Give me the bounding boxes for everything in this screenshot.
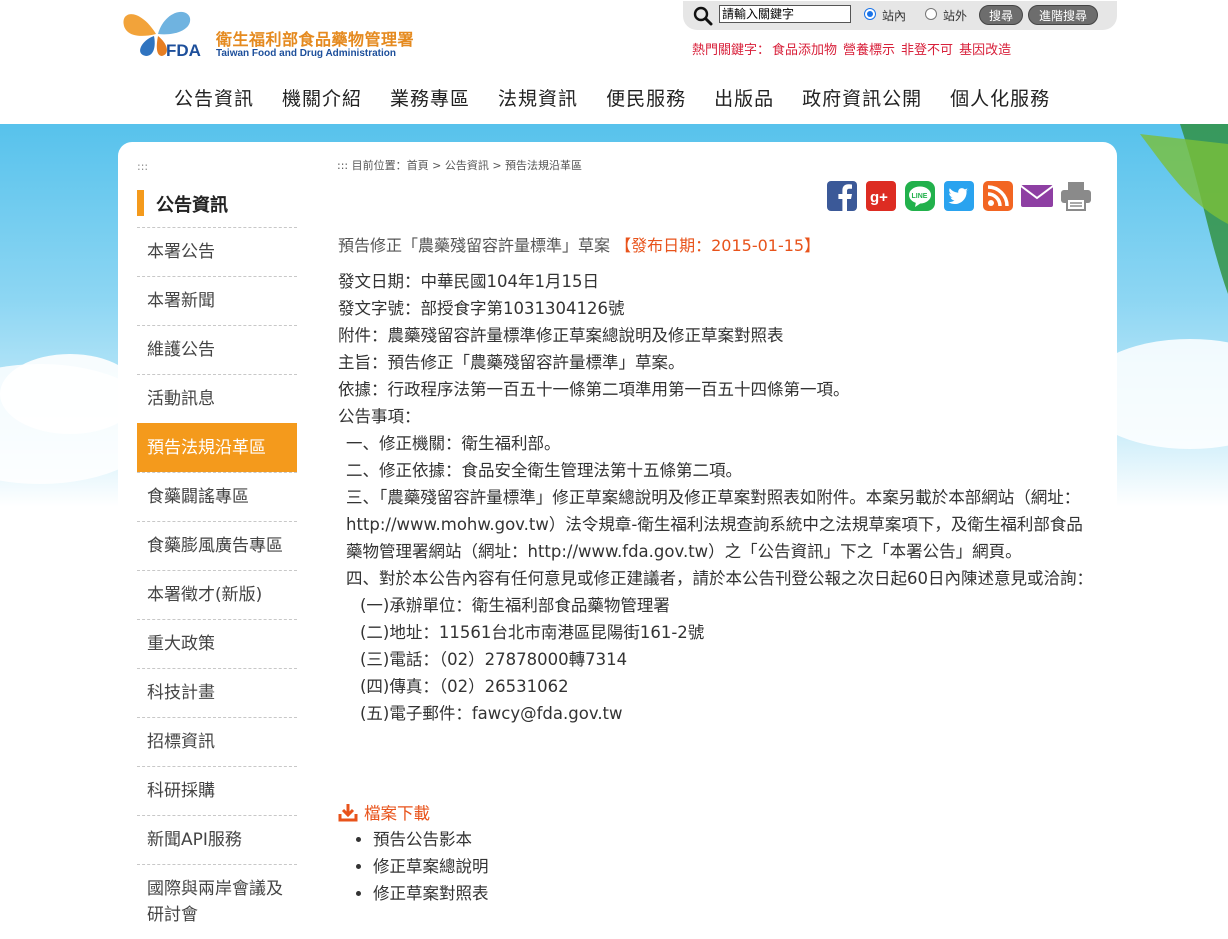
nav-item-services[interactable]: 便民服務	[606, 84, 686, 114]
line-icon[interactable]: LINE	[904, 180, 936, 212]
sidebar-item-tech-projects[interactable]: 科技計畫	[137, 668, 297, 717]
sidebar-item-major-policies[interactable]: 重大政策	[137, 619, 297, 668]
contact-item: (二)地址：11561台北市南港區昆陽街161-2號	[360, 623, 705, 642]
notice-item: 三、「農藥殘留容許量標準」修正草案總說明及修正草案對照表如附件。本案另載於本部網…	[346, 488, 1083, 561]
hot-keyword-link[interactable]: 營養標示	[843, 43, 895, 58]
hot-keywords-label: 熱門關鍵字：	[692, 43, 771, 58]
logo-english-name: Taiwan Food and Drug Administration	[216, 48, 396, 59]
sidebar-item-maintenance[interactable]: 維護公告	[137, 325, 297, 374]
download-label: 檔案下載	[364, 804, 430, 823]
sidebar-item-research-procurement[interactable]: 科研採購	[137, 766, 297, 815]
notice-item: 一、修正機關：衛生福利部。	[346, 434, 561, 453]
article-document-number: 發文字號：部授食字第1031304126號	[338, 299, 625, 318]
nav-item-personal[interactable]: 個人化服務	[950, 84, 1050, 114]
contact-item: (五)電子郵件：fawcy@fda.gov.tw	[360, 704, 623, 723]
facebook-icon[interactable]	[826, 180, 858, 212]
scope-inside-label: 站內	[882, 9, 907, 23]
sidebar-title-accent	[137, 190, 144, 216]
svg-text:LINE: LINE	[912, 193, 928, 200]
article-attachment: 附件：農藥殘留容許量標準修正草案總說明及修正草案對照表	[338, 326, 784, 345]
sidebar-item-agency-news[interactable]: 本署新聞	[137, 276, 297, 325]
sidebar-title: 公告資訊	[156, 195, 228, 216]
notice-item: 四、對於本公告內容有任何意見或修正建議者，請於本公告刊登公報之次日起60日內陳述…	[346, 569, 1093, 588]
contact-item: (三)電話：（02）27878000轉7314	[360, 650, 628, 669]
sidebar-item-news-api[interactable]: 新聞API服務	[137, 815, 297, 864]
search-bar: 請輸入關鍵字 站內 站外 搜尋 進階搜尋	[683, 1, 1117, 30]
hot-keywords: 熱門關鍵字： 食品添加物 營養標示 非登不可 基因改造	[692, 39, 1017, 58]
download-list: 預告公告影本 修正草案總說明 修正草案對照表	[355, 826, 489, 907]
download-item[interactable]: 修正草案對照表	[373, 880, 489, 907]
article-body: 發文日期：中華民國104年1月15日 發文字號：部授食字第1031304126號…	[338, 268, 1098, 727]
fda-logo[interactable]: FDA 衛生福利部食品藥物管理署 Taiwan Food and Drug Ad…	[120, 4, 440, 64]
sidebar-item-agency-announcements[interactable]: 本署公告	[137, 227, 297, 276]
contact-item: (四)傳真：（02）26531062	[360, 677, 569, 696]
download-item[interactable]: 修正草案總說明	[373, 853, 489, 880]
notice-item: 二、修正依據：食品安全衛生管理法第十五條第二項。	[346, 461, 742, 480]
sidebar-item-recruitment[interactable]: 本署徵才(新版)	[137, 570, 297, 619]
logo-fda-text: FDA	[166, 41, 201, 60]
download-link[interactable]: 修正草案對照表	[373, 884, 489, 903]
breadcrumb[interactable]: ::: 目前位置：首頁 > 公告資訊 > 預告法規沿革區	[337, 157, 582, 173]
hot-keyword-link[interactable]: 食品添加物	[772, 43, 837, 58]
nav-item-about[interactable]: 機關介紹	[282, 84, 362, 114]
search-button[interactable]: 搜尋	[979, 5, 1023, 25]
download-link[interactable]: 修正草案總說明	[373, 857, 489, 876]
twitter-icon[interactable]	[943, 180, 975, 212]
sidebar-item-exaggerated-ads[interactable]: 食藥膨風廣告專區	[137, 521, 297, 570]
nav-item-business[interactable]: 業務專區	[390, 84, 470, 114]
nav-item-publications[interactable]: 出版品	[714, 84, 774, 114]
search-input[interactable]: 請輸入關鍵字	[719, 5, 851, 23]
sidebar-item-draft-regulations[interactable]: 預告法規沿革區	[137, 423, 297, 472]
scope-inside-radio[interactable]	[864, 8, 876, 20]
hot-keyword-link[interactable]: 非登不可	[901, 43, 953, 58]
svg-text:g+: g+	[870, 189, 888, 206]
hot-keyword-link[interactable]: 基因改造	[959, 43, 1011, 58]
sidebar-accesskey[interactable]: :::	[137, 160, 148, 173]
nav-item-announcements[interactable]: 公告資訊	[174, 84, 254, 114]
download-icon	[338, 804, 358, 822]
article-subject: 主旨：預告修正「農藥殘留容許量標準」草案。	[338, 353, 685, 372]
site-header: FDA 衛生福利部食品藥物管理署 Taiwan Food and Drug Ad…	[0, 0, 1228, 124]
article-title-row: 預告修正「農藥殘留容許量標準」草案 【發布日期：2015-01-15】	[338, 232, 820, 256]
email-icon[interactable]	[1021, 180, 1053, 212]
print-icon[interactable]	[1060, 180, 1092, 212]
scope-outside-label: 站外	[943, 9, 968, 23]
nav-item-regulations[interactable]: 法規資訊	[498, 84, 578, 114]
search-icon[interactable]	[693, 6, 713, 26]
article-notice-heading: 公告事項：	[338, 407, 421, 426]
google-plus-icon[interactable]: g+	[865, 180, 897, 212]
download-heading: 檔案下載	[338, 800, 430, 824]
nav-item-open-government[interactable]: 政府資訊公開	[802, 84, 922, 114]
butterfly-logo-icon: FDA	[123, 11, 201, 60]
rss-icon[interactable]	[982, 180, 1014, 212]
article-issue-date: 發文日期：中華民國104年1月15日	[338, 272, 599, 291]
download-item[interactable]: 預告公告影本	[373, 826, 489, 853]
download-link[interactable]: 預告公告影本	[373, 830, 472, 849]
article-publish-date: 【發布日期：2015-01-15】	[615, 236, 821, 255]
sidebar-item-international-conferences[interactable]: 國際與兩岸會議及研討會	[137, 864, 297, 939]
article-basis: 依據：行政程序法第一百五十一條第二項準用第一百五十四條第一項。	[338, 380, 850, 399]
scope-outside-radio[interactable]	[925, 8, 937, 20]
sidebar-menu: 本署公告 本署新聞 維護公告 活動訊息 預告法規沿革區 食藥闢謠專區 食藥膨風廣…	[137, 227, 297, 939]
main-nav: 公告資訊 機關介紹 業務專區 法規資訊 便民服務 出版品 政府資訊公開 個人化服…	[160, 84, 1064, 114]
sidebar-item-tenders[interactable]: 招標資訊	[137, 717, 297, 766]
sidebar-item-events[interactable]: 活動訊息	[137, 374, 297, 423]
contact-item: (一)承辦單位：衛生福利部食品藥物管理署	[360, 596, 670, 615]
article-title: 預告修正「農藥殘留容許量標準」草案	[338, 236, 611, 255]
advanced-search-button[interactable]: 進階搜尋	[1028, 5, 1098, 25]
logo-chinese-name: 衛生福利部食品藥物管理署	[216, 30, 415, 49]
sidebar-item-rumor-busting[interactable]: 食藥闢謠專區	[137, 472, 297, 521]
share-toolbar: g+ LINE	[826, 180, 1099, 212]
